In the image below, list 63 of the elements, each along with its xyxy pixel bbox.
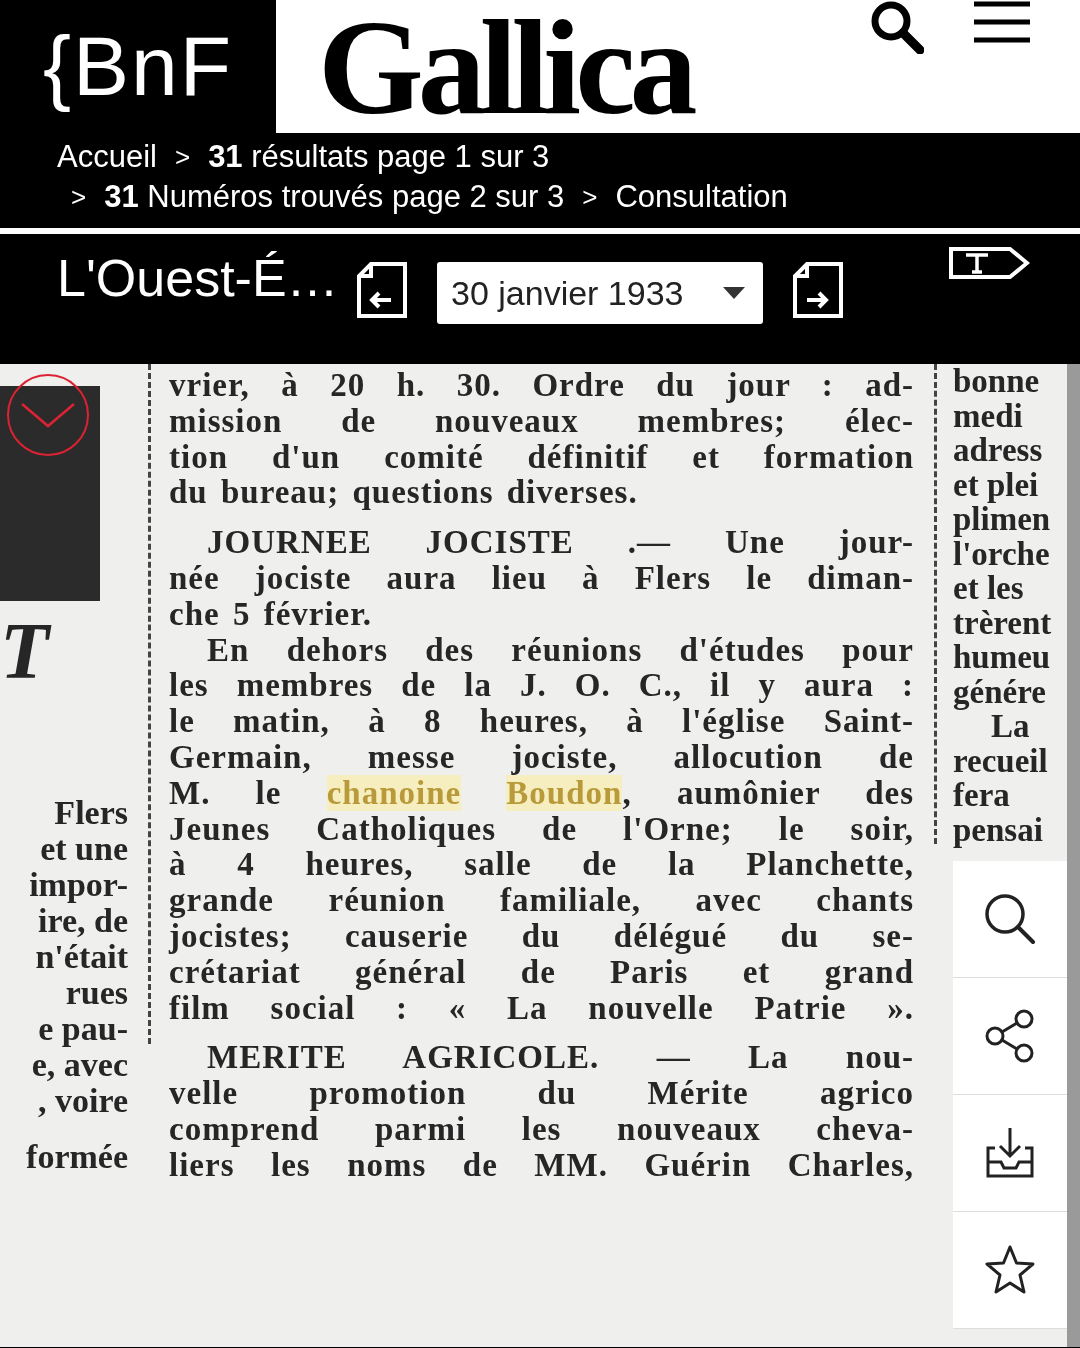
text-line: M. le chanoine Boudon, aumônier des bbox=[169, 775, 914, 812]
text-line: humeu bbox=[953, 640, 1052, 675]
text-line: rues bbox=[65, 975, 128, 1011]
text-line: et une bbox=[40, 831, 128, 867]
text-line: grande réunion familiale, avec chants bbox=[169, 883, 914, 919]
text-line: ire, de bbox=[38, 903, 128, 939]
text-line: plimen bbox=[953, 502, 1052, 537]
caret-icon bbox=[723, 287, 745, 299]
text-line: les membres de la J. O. C., il y aura : bbox=[169, 668, 914, 705]
text-line: tion d'un comité définitif et formation bbox=[169, 439, 914, 476]
breadcrumb-current: Consultation bbox=[615, 179, 788, 215]
text-line: du bureau; questions diverses. bbox=[169, 475, 639, 512]
text-line: vrier, à 20 h. 30. Ordre du jour : ad- bbox=[169, 368, 914, 404]
gallica-logo[interactable]: Gallica bbox=[318, 0, 692, 135]
text-line: crétariat général de Paris et grand bbox=[169, 954, 914, 991]
text-line: pensai bbox=[953, 812, 1044, 847]
text-line: Jeunes Catholiques de l'Orne; le soir, bbox=[169, 811, 914, 848]
text-line: MERITE AGRICOLE. — La nou- bbox=[206, 1040, 914, 1077]
text-line: n'était bbox=[35, 939, 128, 975]
breadcrumb-link[interactable]: 31 résultats page 1 sur 3 bbox=[208, 139, 550, 175]
text-line: bonne bbox=[953, 364, 1041, 399]
text-line: née jociste aura lieu à Flers le diman- bbox=[169, 561, 914, 597]
text-line: jocistes; causerie du délégué du se- bbox=[169, 918, 914, 955]
text-line: l'orche bbox=[953, 536, 1051, 571]
text-line: recueil bbox=[953, 743, 1049, 778]
text-line: velle promotion du Mérite agrico bbox=[169, 1076, 914, 1112]
text-mode-icon[interactable] bbox=[948, 246, 1030, 280]
text-line: e pau- bbox=[38, 1011, 128, 1047]
document-title: L'Ouest-É… bbox=[57, 248, 340, 308]
text-line: trèrent bbox=[953, 605, 1053, 640]
text-line: génére bbox=[953, 674, 1047, 709]
breadcrumb-separator: > bbox=[582, 181, 598, 213]
text-line: medi bbox=[953, 398, 1024, 433]
breadcrumb-link[interactable]: Accueil bbox=[57, 139, 157, 175]
text-line: comprend parmi les nouveaux cheva- bbox=[169, 1111, 914, 1148]
text-line: adress bbox=[953, 433, 1044, 468]
text-line: à 4 heures, salle de la Planchette, bbox=[169, 847, 914, 884]
text-line: che 5 février. bbox=[169, 596, 374, 633]
text-line: formée bbox=[26, 1139, 128, 1175]
text-line: En dehors des réunions d'études pour bbox=[206, 632, 914, 669]
breadcrumb-separator: > bbox=[71, 181, 87, 213]
text-line: JOURNEE JOCISTE .— Une jour- bbox=[206, 525, 914, 561]
next-document-icon[interactable] bbox=[793, 262, 843, 318]
text-line: Germain, messe jociste, allocution de bbox=[169, 739, 914, 776]
date-dropdown[interactable]: 30 janvier 1933 bbox=[437, 262, 763, 324]
text-line: et plei bbox=[953, 467, 1040, 502]
breadcrumb-separator: > bbox=[174, 141, 191, 173]
breadcrumb-link[interactable]: 31 Numéros trouvés page 2 sur 3 bbox=[104, 179, 565, 215]
text-line: et les bbox=[953, 571, 1025, 606]
chevron-down-icon bbox=[20, 402, 76, 428]
text-line: fera bbox=[953, 778, 1011, 813]
text-line: La bbox=[991, 709, 1030, 744]
text-line: e, avec bbox=[31, 1047, 128, 1083]
text-line: le matin, à 8 heures, à l'église Saint- bbox=[169, 704, 914, 740]
text-line: , voire bbox=[38, 1083, 128, 1119]
bnf-logo[interactable]: {BnF bbox=[0, 0, 276, 133]
text-line: impor- bbox=[29, 867, 128, 903]
collapse-button[interactable] bbox=[7, 374, 89, 456]
text-line: mission de nouveaux membres; élec- bbox=[169, 403, 914, 440]
text-line: liers les noms de MM. Guérin Charles, bbox=[169, 1147, 914, 1184]
text-line: Flers bbox=[54, 795, 128, 831]
text-line: film social : « La nouvelle Patrie ». bbox=[169, 990, 914, 1027]
previous-document-icon[interactable] bbox=[357, 262, 407, 318]
